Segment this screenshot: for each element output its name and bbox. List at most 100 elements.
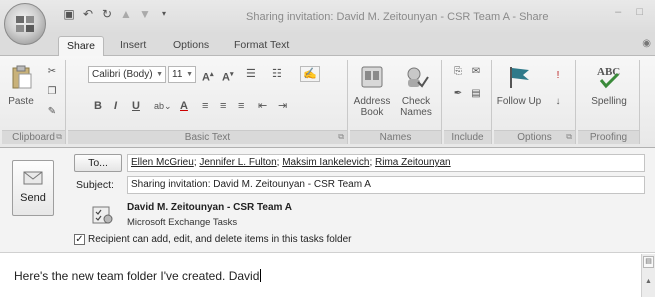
align-left-icon[interactable]: ≡ — [202, 98, 208, 115]
follow-up-flag-icon — [510, 67, 529, 88]
bullets-icon[interactable]: ☰ — [246, 66, 256, 83]
permission-checkbox[interactable]: ✓ — [74, 234, 85, 245]
align-right-icon[interactable]: ≡ — [238, 98, 244, 115]
ribbon-tabs: Share Insert Options Format Text ◉ — [0, 34, 655, 57]
help-icon[interactable]: ◉ — [642, 38, 651, 49]
follow-up-label: Follow Up — [496, 96, 542, 107]
down-arrow-icon[interactable]: ▼ — [138, 7, 152, 21]
grow-font-icon[interactable]: A▴ — [202, 66, 213, 84]
basic-text-group-label: Basic Text — [68, 130, 347, 144]
basic-text-launcher-icon[interactable]: ⧉ — [338, 132, 344, 142]
address-book-icon — [361, 66, 383, 88]
attach-file-icon[interactable]: ⎘ — [450, 64, 466, 80]
tab-share[interactable]: Share — [58, 36, 105, 57]
recipient[interactable]: Ellen McGrieu — [131, 157, 194, 168]
to-field[interactable]: Ellen McGrieu; Jennifer L. Fulton; Maksi… — [127, 154, 645, 172]
numbering-icon[interactable]: ☷ — [272, 66, 282, 83]
font-size-combo[interactable]: 11 ▼ — [168, 66, 196, 83]
shared-tasks-folder-icon — [92, 206, 113, 224]
redo-icon[interactable]: ↻ — [100, 7, 114, 21]
include-group-label: Include — [444, 130, 491, 144]
dropdown-arrow-icon: ▼ — [156, 71, 163, 78]
options-group: Follow Up ! ↓ Options ⧉ — [494, 60, 576, 144]
quick-access-toolbar: ▣ ↶ ↻ ▲ ▼ ▾ — [62, 7, 171, 21]
tab-insert[interactable]: Insert — [112, 36, 154, 56]
highlight-icon[interactable]: ab⌄ — [154, 98, 172, 115]
basic-text-group: Calibri (Body) ▼ 11 ▼ A▴ A▾ ☰ ☷ ✍ B I U ab… — [68, 60, 348, 144]
clear-formatting-icon[interactable]: ✍ — [300, 66, 320, 82]
format-painter-icon[interactable]: ✎ — [44, 104, 60, 120]
send-button[interactable]: Send — [12, 160, 54, 216]
copy-icon[interactable]: ❐ — [44, 84, 60, 100]
up-arrow-icon[interactable]: ▲ — [119, 7, 133, 21]
attach-item-icon[interactable]: ✉ — [468, 64, 484, 80]
office-button[interactable] — [4, 3, 46, 45]
font-name-value: Calibri (Body) — [92, 69, 153, 80]
align-center-icon[interactable]: ≡ — [220, 98, 226, 115]
paste-icon — [12, 65, 32, 89]
address-book-button[interactable]: Address Book — [350, 64, 394, 118]
paste-button[interactable]: Paste — [4, 64, 38, 107]
names-group: Address Book Check Names Names — [350, 60, 442, 144]
options-launcher-icon[interactable]: ⧉ — [566, 132, 572, 142]
window-title: Sharing invitation: David M. Zeitounyan … — [246, 11, 549, 23]
address-book-label: Address Book — [353, 96, 391, 118]
undo-icon[interactable]: ↶ — [81, 7, 95, 21]
body-text: Here's the new team folder I've created.… — [14, 269, 260, 283]
tab-format-text[interactable]: Format Text — [226, 36, 297, 56]
spelling-icon: ABC — [597, 66, 620, 89]
signature-icon[interactable]: ✒ — [450, 86, 466, 102]
italic-button[interactable]: I — [114, 98, 117, 115]
check-names-icon — [407, 67, 429, 88]
scroll-up-icon[interactable]: ▲ — [643, 276, 654, 288]
cut-icon[interactable]: ✂ — [44, 64, 60, 80]
proofing-group: ABC Spelling Proofing — [578, 60, 640, 144]
shared-item-type: Microsoft Exchange Tasks — [127, 217, 238, 228]
shrink-font-icon[interactable]: A▾ — [222, 66, 233, 84]
font-name-combo[interactable]: Calibri (Body) ▼ — [88, 66, 166, 83]
decrease-indent-icon[interactable]: ⇤ — [258, 98, 267, 115]
subject-field[interactable]: Sharing invitation: David M. Zeitounyan … — [127, 176, 645, 194]
include-group: ⎘ ✉ ✒ ▤ Include — [444, 60, 492, 144]
high-importance-icon[interactable]: ! — [550, 68, 566, 84]
to-button[interactable]: To... — [74, 154, 122, 172]
names-group-label: Names — [350, 130, 441, 144]
increase-indent-icon[interactable]: ⇥ — [278, 98, 287, 115]
save-icon[interactable]: ▣ — [62, 7, 76, 21]
send-envelope-icon — [23, 171, 43, 185]
message-header: Send To... Ellen McGrieu; Jennifer L. Fu… — [0, 148, 655, 253]
low-importance-icon[interactable]: ↓ — [550, 94, 566, 110]
recipient[interactable]: Maksim Iankelevich — [282, 157, 369, 168]
clipboard-group: Paste ✂ ❐ ✎ Clipboard ⧉ — [2, 60, 66, 144]
text-caret — [260, 269, 262, 282]
subject-label: Subject: — [76, 179, 114, 191]
message-body[interactable]: Here's the new team folder I've created.… — [0, 254, 641, 297]
bold-button[interactable]: B — [94, 98, 102, 115]
check-names-label: Check Names — [400, 96, 432, 118]
ribbon: Paste ✂ ❐ ✎ Clipboard ⧉ Calibri (Body) ▼ … — [0, 56, 655, 148]
font-size-value: 11 — [172, 69, 183, 80]
underline-button[interactable]: U — [132, 98, 140, 115]
permission-label: Recipient can add, edit, and delete item… — [88, 234, 352, 245]
recipient[interactable]: Jennifer L. Fulton — [199, 157, 276, 168]
shared-item-name: David M. Zeitounyan - CSR Team A — [127, 202, 293, 213]
font-color-icon[interactable]: A — [180, 98, 188, 115]
send-label: Send — [20, 192, 46, 204]
vertical-scrollbar[interactable]: ▤ ▲ — [641, 254, 655, 297]
ruler-toggle-icon[interactable]: ▤ — [643, 256, 654, 268]
paste-label: Paste — [8, 96, 34, 107]
business-card-icon[interactable]: ▤ — [468, 86, 484, 102]
dropdown-arrow-icon: ▼ — [186, 71, 193, 78]
spelling-button[interactable]: ABC Spelling — [584, 64, 634, 107]
recipient[interactable]: Rima Zeitounyan — [375, 157, 451, 168]
office-logo-icon — [16, 16, 34, 32]
check-names-button[interactable]: Check Names — [394, 64, 438, 118]
window-controls[interactable]: – □ — [615, 6, 649, 18]
follow-up-button[interactable]: Follow Up — [496, 64, 542, 107]
customize-qat-icon[interactable]: ▾ — [157, 7, 171, 21]
title-bar: ▣ ↶ ↻ ▲ ▼ ▾ Sharing invitation: David M.… — [0, 0, 655, 34]
tab-options[interactable]: Options — [165, 36, 217, 56]
proofing-group-label: Proofing — [578, 130, 639, 144]
options-group-label: Options — [494, 130, 575, 144]
clipboard-launcher-icon[interactable]: ⧉ — [56, 132, 62, 142]
